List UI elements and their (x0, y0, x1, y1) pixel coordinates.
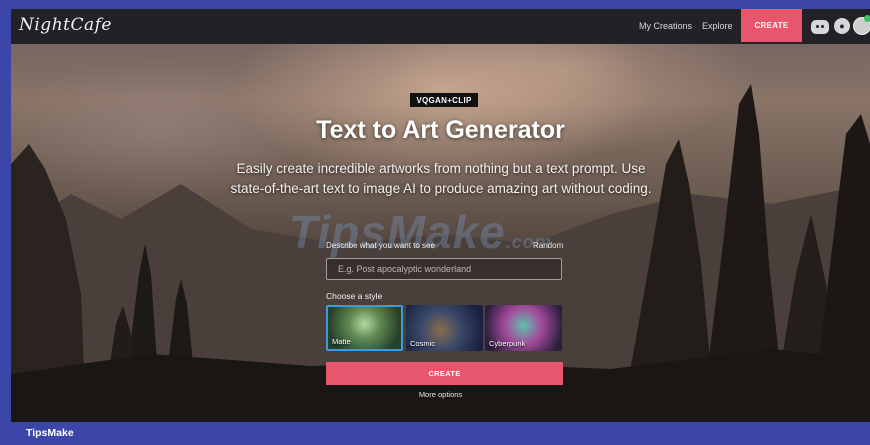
watermark-text: TipsMake (289, 206, 506, 258)
prompt-label: Describe what you want to see (326, 241, 435, 250)
footer-brand: TipsMake (26, 427, 74, 439)
page-subtitle: Easily create incredible artworks from n… (230, 161, 652, 196)
nav-my-creations[interactable]: My Creations (639, 21, 692, 31)
nightcafe-logo[interactable]: NightCafe (19, 15, 112, 35)
algorithm-badge: VQGAN+CLIP (410, 93, 478, 107)
nav-create-button[interactable]: CREATE (741, 9, 802, 42)
discord-icon[interactable] (811, 20, 829, 34)
bell-icon[interactable]: ● (834, 18, 850, 34)
style-card-cyberpunk[interactable]: Cyberpunk (485, 305, 562, 351)
style-name: Matte (332, 337, 351, 346)
top-navbar: NightCafe My Creations Explore CREATE ● (11, 9, 870, 44)
online-status-dot (864, 15, 870, 22)
more-options-link[interactable]: More options (11, 390, 870, 399)
style-card-matte[interactable]: Matte (326, 305, 403, 351)
nav-explore[interactable]: Explore (702, 21, 733, 31)
style-name: Cosmic (410, 339, 436, 348)
prompt-input[interactable] (326, 258, 562, 280)
style-card-cosmic[interactable]: Cosmic (406, 305, 483, 351)
page-title: Text to Art Generator (316, 116, 565, 144)
nightcafe-page: NightCafe My Creations Explore CREATE ● … (11, 9, 870, 422)
style-label: Choose a style (326, 291, 383, 301)
style-name: Cyberpunk (489, 339, 526, 348)
create-button[interactable]: CREATE (326, 362, 563, 385)
watermark: TipsMake.com (289, 205, 619, 263)
random-prompt-link[interactable]: Random (533, 241, 563, 250)
